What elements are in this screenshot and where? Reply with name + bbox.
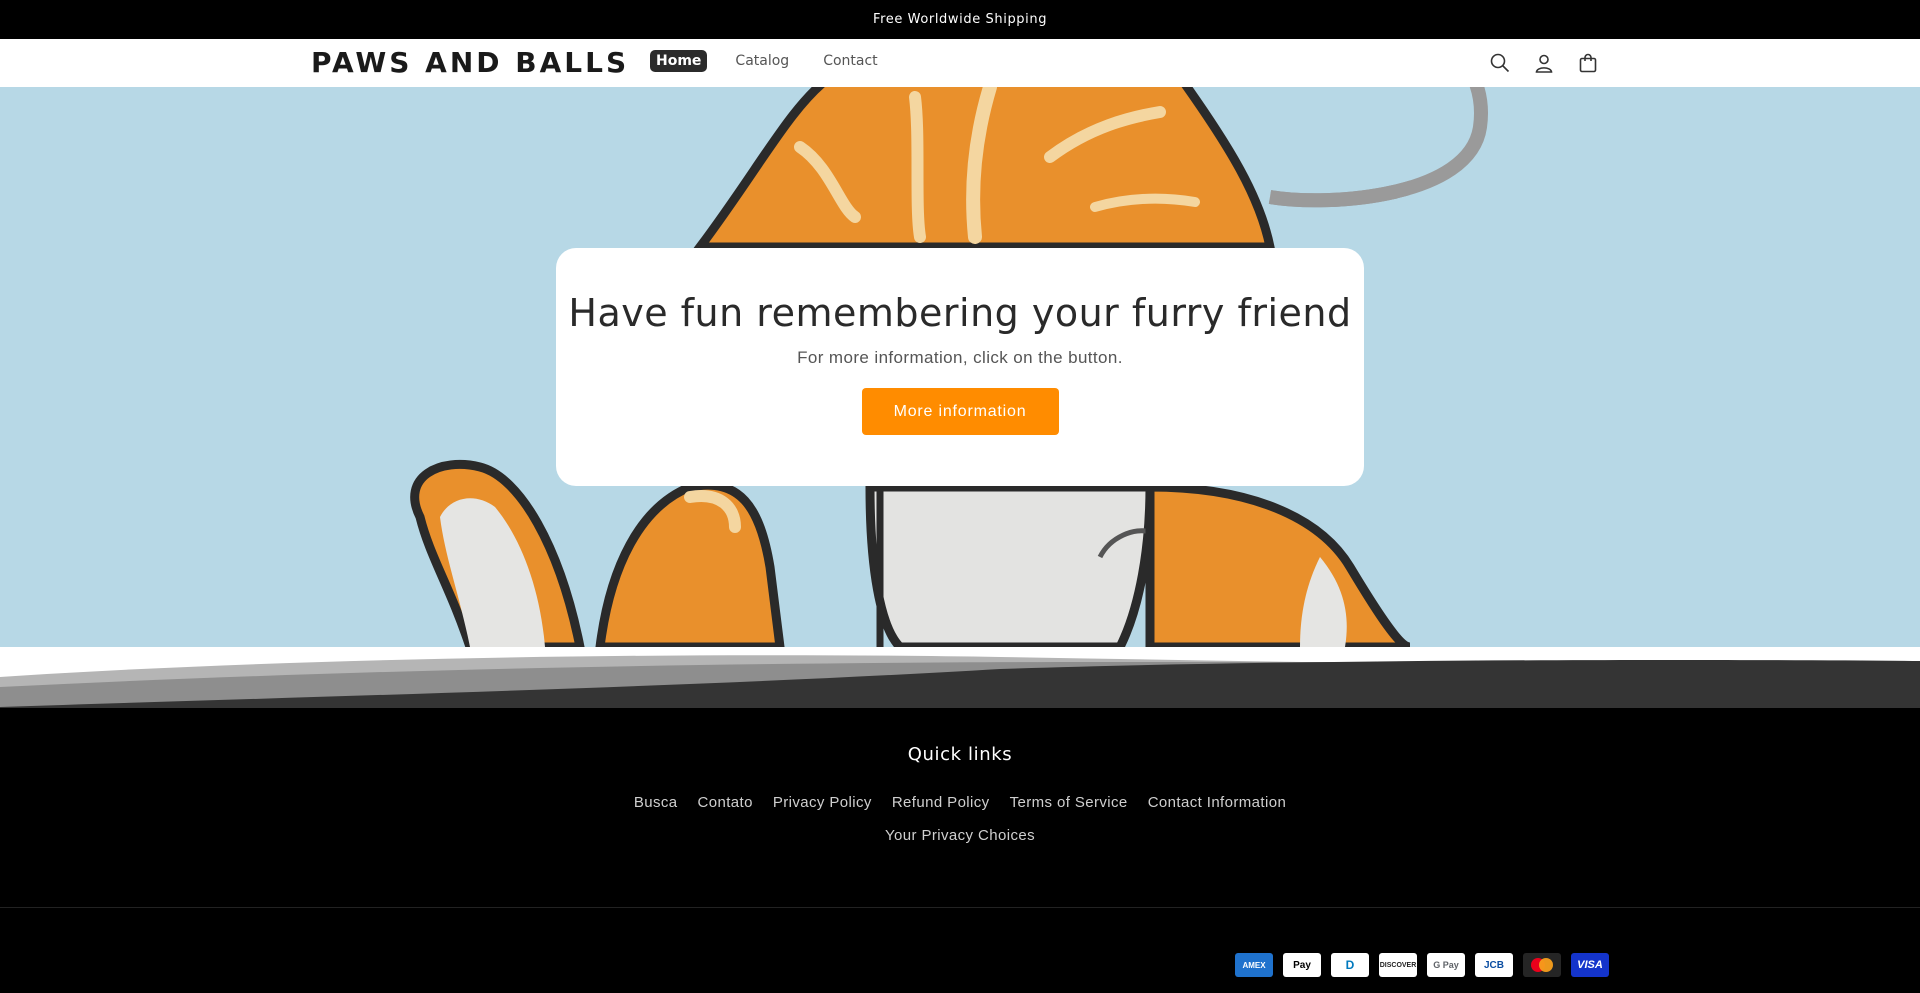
quick-links: Busca Contato Privacy Policy Refund Poli… — [610, 794, 1310, 860]
footer-link-privacy-policy[interactable]: Privacy Policy — [773, 794, 872, 811]
footer-wave-divider — [0, 647, 1920, 708]
mastercard-icon — [1523, 953, 1561, 977]
announcement-bar: Free Worldwide Shipping — [0, 0, 1920, 39]
payment-icons: AMEX Pay D DISCOVER G Pay JCB VISA — [1235, 953, 1619, 977]
footer-link-contato[interactable]: Contato — [698, 794, 753, 811]
footer-link-contact-information[interactable]: Contact Information — [1148, 794, 1287, 811]
main-nav: Home Catalog Contact — [650, 50, 906, 72]
site-header: PAWS AND BALLS Home Catalog Contact — [0, 39, 1920, 87]
footer-link-refund-policy[interactable]: Refund Policy — [892, 794, 990, 811]
discover-icon: DISCOVER — [1379, 953, 1417, 977]
diners-club-icon: D — [1331, 953, 1369, 977]
footer-link-busca[interactable]: Busca — [634, 794, 678, 811]
cart-icon[interactable] — [1576, 51, 1600, 75]
hero-banner: Have fun remembering your furry friend F… — [0, 87, 1920, 647]
search-icon[interactable] — [1488, 51, 1512, 75]
nav-catalog[interactable]: Catalog — [729, 50, 795, 72]
footer-link-terms-of-service[interactable]: Terms of Service — [1010, 794, 1128, 811]
visa-icon: VISA — [1571, 953, 1609, 977]
footer-divider — [0, 907, 1920, 908]
jcb-icon: JCB — [1475, 953, 1513, 977]
footer-link-your-privacy-choices[interactable]: Your Privacy Choices — [885, 827, 1035, 844]
hero-subtitle: For more information, click on the butto… — [797, 348, 1123, 367]
google-pay-icon: G Pay — [1427, 953, 1465, 977]
apple-pay-icon: Pay — [1283, 953, 1321, 977]
store-logo[interactable]: PAWS AND BALLS — [311, 45, 629, 81]
nav-home[interactable]: Home — [650, 50, 708, 72]
hero-card: Have fun remembering your furry friend F… — [556, 248, 1364, 486]
header-icons — [1488, 51, 1620, 75]
announcement-text: Free Worldwide Shipping — [872, 12, 1048, 27]
quick-links-heading: Quick links — [907, 744, 1013, 765]
hero-title: Have fun remembering your furry friend — [568, 291, 1352, 335]
amex-icon: AMEX — [1235, 953, 1273, 977]
account-icon[interactable] — [1532, 51, 1556, 75]
more-information-button[interactable]: More information — [861, 388, 1059, 435]
nav-contact[interactable]: Contact — [817, 50, 883, 72]
site-footer: Quick links Busca Contato Privacy Policy… — [0, 708, 1920, 993]
